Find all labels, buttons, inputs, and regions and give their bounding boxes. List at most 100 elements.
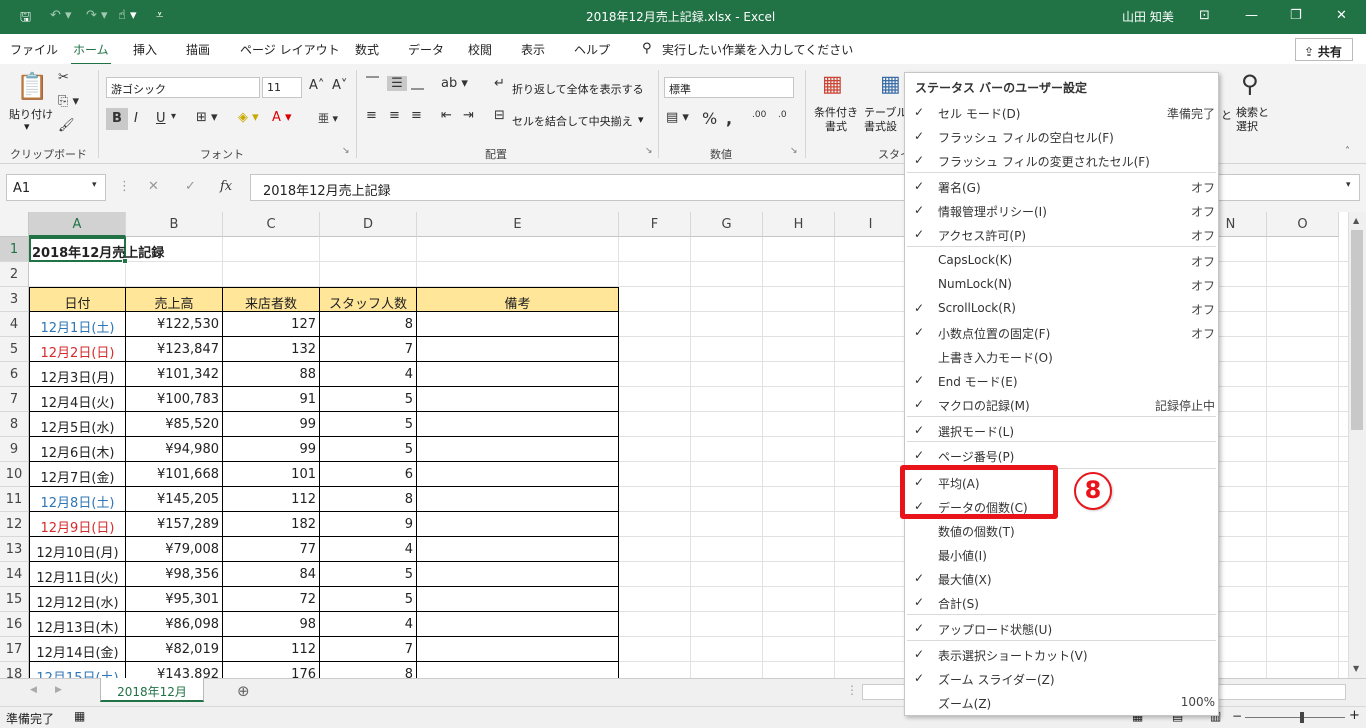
merge-center-icon[interactable]: ⊟ [494, 108, 505, 123]
notes-cell[interactable] [417, 337, 619, 362]
column-header[interactable]: F [619, 212, 691, 237]
menu-item[interactable]: ✓ ScrollLock(R) オフ [905, 297, 1218, 321]
row-header[interactable]: 13 [0, 537, 29, 562]
format-table-button[interactable]: テーブル 書式設 [864, 106, 907, 134]
row-header[interactable]: 18 [0, 662, 29, 678]
sheet-tab[interactable]: 2018年12月 [100, 678, 204, 702]
tab-view[interactable]: 表示 [521, 41, 545, 58]
sales-cell[interactable]: ¥86,098 [126, 612, 223, 637]
column-header[interactable]: B [126, 212, 223, 237]
table-header-cell[interactable]: 来店者数 [223, 287, 320, 312]
date-cell[interactable]: 12月13日(木) [29, 612, 126, 637]
decrease-font-icon[interactable]: A˅ [332, 78, 347, 93]
sales-cell[interactable]: ¥143,892 [126, 662, 223, 678]
menu-item[interactable]: ✓ ズーム スライダー(Z) [905, 667, 1218, 691]
row-header[interactable]: 3 [0, 287, 29, 312]
menu-item[interactable]: NumLock(N) オフ [905, 273, 1218, 297]
date-cell[interactable]: 12月5日(水) [29, 412, 126, 437]
notes-cell[interactable] [417, 662, 619, 678]
visitors-cell[interactable]: 72 [223, 587, 320, 612]
row-header[interactable]: 17 [0, 637, 29, 662]
sheet-title-cell[interactable]: 2018年12月売上記録 [32, 242, 164, 261]
font-color-icon[interactable]: A ▾ [272, 110, 292, 125]
row-header[interactable]: 10 [0, 462, 29, 487]
align-right-icon[interactable]: ≡ [411, 108, 422, 123]
wrap-text-button[interactable]: 折り返して全体を表示する [512, 81, 644, 97]
vertical-scrollbar[interactable]: ▲ ▼ [1348, 212, 1366, 678]
name-box-dropdown-icon[interactable]: ▾ [92, 180, 97, 190]
visitors-cell[interactable]: 112 [223, 637, 320, 662]
row-header[interactable]: 9 [0, 437, 29, 462]
tab-review[interactable]: 校閲 [468, 41, 492, 58]
menu-item[interactable]: ✓ 最大値(X) [905, 567, 1218, 591]
column-header[interactable]: G [691, 212, 763, 237]
copy-icon[interactable]: ⎘ ▾ [58, 94, 79, 109]
font-name-select[interactable]: 游ゴシック [106, 77, 260, 98]
sales-cell[interactable]: ¥123,847 [126, 337, 223, 362]
align-center-icon[interactable]: ≡ [389, 108, 400, 123]
column-header[interactable]: C [223, 212, 320, 237]
menu-item[interactable]: ✓ 小数点位置の固定(F) オフ [905, 321, 1218, 345]
notes-cell[interactable] [417, 462, 619, 487]
date-cell[interactable]: 12月1日(土) [29, 312, 126, 337]
visitors-cell[interactable]: 99 [223, 412, 320, 437]
sales-cell[interactable]: ¥145,205 [126, 487, 223, 512]
tab-insert[interactable]: 挿入 [133, 41, 157, 58]
staff-cell[interactable]: 8 [320, 487, 417, 512]
staff-cell[interactable]: 5 [320, 412, 417, 437]
row-header[interactable]: 16 [0, 612, 29, 637]
increase-decimal-icon[interactable]: .00 [752, 110, 766, 120]
visitors-cell[interactable]: 84 [223, 562, 320, 587]
notes-cell[interactable] [417, 587, 619, 612]
notes-cell[interactable] [417, 512, 619, 537]
notes-cell[interactable] [417, 387, 619, 412]
insert-function-icon[interactable]: fx [220, 179, 232, 194]
conditional-format-icon[interactable]: ▦ [822, 72, 843, 97]
scroll-thumb[interactable] [1351, 230, 1363, 430]
visitors-cell[interactable]: 132 [223, 337, 320, 362]
underline-dropdown-icon[interactable]: ▾ [171, 111, 176, 122]
add-sheet-icon[interactable]: ⊕ [237, 682, 250, 700]
tab-formulas[interactable]: 数式 [355, 41, 379, 58]
font-launcher-icon[interactable]: ↘ [342, 146, 350, 156]
name-box[interactable]: A1 [6, 174, 106, 201]
cancel-icon[interactable]: ✕ [148, 179, 159, 194]
orientation-icon[interactable]: ab ▾ [441, 76, 468, 91]
font-size-select[interactable]: 11 [262, 77, 302, 98]
tab-data[interactable]: データ [408, 41, 444, 58]
menu-item[interactable]: ✓ 合計(S) [905, 591, 1218, 615]
sales-cell[interactable]: ¥79,008 [126, 537, 223, 562]
visitors-cell[interactable]: 99 [223, 437, 320, 462]
find-icon[interactable]: ⚲ [1241, 70, 1259, 98]
row-header[interactable]: 11 [0, 487, 29, 512]
date-cell[interactable]: 12月4日(火) [29, 387, 126, 412]
table-header-cell[interactable]: スタッフ人数 [320, 287, 417, 312]
sales-cell[interactable]: ¥122,530 [126, 312, 223, 337]
menu-item[interactable]: ✓ 情報管理ポリシー(I) オフ [905, 199, 1218, 223]
staff-cell[interactable]: 8 [320, 662, 417, 678]
notes-cell[interactable] [417, 312, 619, 337]
column-header[interactable]: I [835, 212, 907, 237]
customize-qat-icon[interactable]: ⩡ [156, 8, 163, 23]
notes-cell[interactable] [417, 562, 619, 587]
tell-me-search[interactable]: 実行したい作業を入力してください [662, 41, 853, 58]
menu-item[interactable]: ✓ フラッシュ フィルの空白セル(F) [905, 125, 1218, 149]
menu-item[interactable]: 最小値(I) [905, 543, 1218, 567]
menu-item[interactable]: CapsLock(K) オフ [905, 249, 1218, 273]
column-header[interactable]: A [29, 212, 126, 237]
zoom-out-icon[interactable]: − [1232, 709, 1242, 723]
collapse-ribbon-icon[interactable]: ˄ [1345, 146, 1350, 157]
date-cell[interactable]: 12月11日(火) [29, 562, 126, 587]
tab-help[interactable]: ヘルプ [574, 41, 610, 58]
sales-cell[interactable]: ¥82,019 [126, 637, 223, 662]
number-launcher-icon[interactable]: ↘ [790, 146, 798, 156]
sales-cell[interactable]: ¥94,980 [126, 437, 223, 462]
date-cell[interactable]: 12月7日(金) [29, 462, 126, 487]
table-header-cell[interactable]: 日付 [29, 287, 126, 312]
notes-cell[interactable] [417, 637, 619, 662]
restore-icon[interactable]: ❐ [1290, 8, 1302, 23]
scroll-up-icon[interactable]: ▲ [1353, 216, 1359, 225]
align-bottom-icon[interactable]: ⎽ [411, 76, 424, 91]
row-header[interactable]: 12 [0, 512, 29, 537]
visitors-cell[interactable]: 101 [223, 462, 320, 487]
